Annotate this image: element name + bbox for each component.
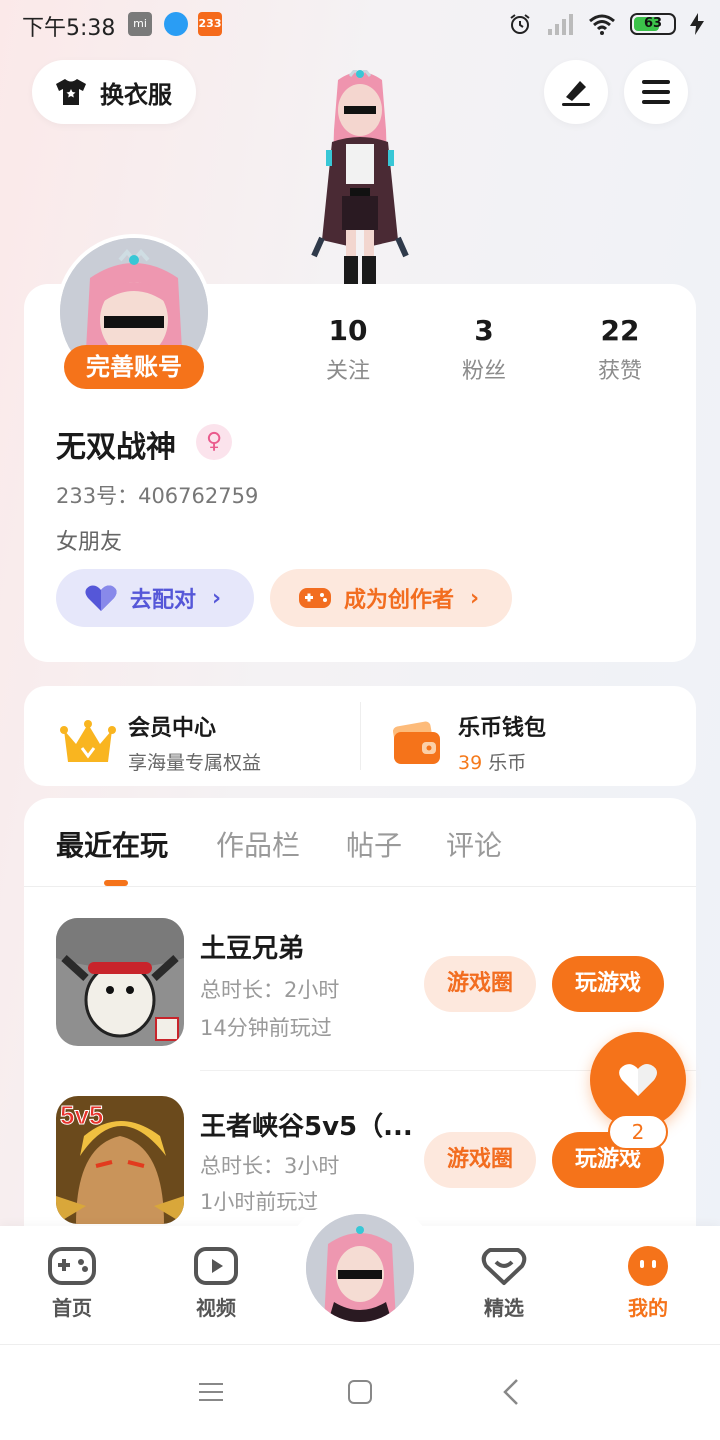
change-outfit-button[interactable]: 换衣服: [32, 60, 196, 124]
chevron-right-icon: ›: [470, 585, 480, 611]
avatar-character-3d[interactable]: [280, 70, 440, 284]
menu-button[interactable]: [624, 60, 688, 124]
wallet-icon: [392, 721, 440, 764]
alarm-icon: [510, 14, 530, 34]
member-center-subtitle: 享海量专属权益: [128, 752, 262, 774]
tab-divider: [24, 886, 696, 887]
nav-label-featured: 精选: [484, 1296, 524, 1320]
gamepad-home-icon: [48, 1247, 96, 1285]
following-label: 关注: [325, 359, 370, 384]
stat-fans[interactable]: 3 粉丝: [424, 314, 544, 385]
user-id: 233号：406762759: [56, 484, 259, 508]
mi-notification-icon: mi: [128, 12, 152, 36]
bird-notification-icon: [164, 12, 188, 36]
complete-account-badge[interactable]: 完善账号: [64, 345, 204, 389]
kings-canyon-image: 5v5: [56, 1096, 184, 1224]
change-outfit-label: 换衣服: [100, 80, 172, 109]
game-thumbnail-potato[interactable]: [56, 918, 184, 1046]
match-label: 去配对: [130, 588, 197, 613]
kings-thumb-label: 5v5: [60, 1100, 103, 1130]
game-thumbnail-kings[interactable]: 5v5: [56, 1096, 184, 1224]
video-icon: [194, 1247, 238, 1285]
recent-apps-icon[interactable]: [198, 1380, 224, 1404]
edit-profile-button[interactable]: [544, 60, 608, 124]
stat-likes[interactable]: 22 获赞: [560, 314, 680, 385]
coin-unit: 乐币: [488, 752, 527, 774]
battery-level: 63: [643, 16, 663, 31]
game-title-1: 土豆兄弟: [200, 934, 305, 964]
become-creator-button[interactable]: 成为创作者 ›: [270, 569, 512, 627]
edit-icon: [562, 81, 590, 106]
back-icon[interactable]: [502, 1378, 520, 1406]
member-center[interactable]: 会员中心 享海量专属权益: [60, 710, 261, 775]
tab-works[interactable]: 作品栏: [216, 824, 300, 864]
status-time: 下午5:38: [22, 16, 116, 41]
tshirt-icon: [56, 79, 86, 105]
fans-label: 粉丝: [461, 359, 506, 384]
game-last-played-1: 14分钟前玩过: [200, 1016, 332, 1040]
nav-item-home[interactable]: 首页: [22, 1246, 122, 1321]
nav-center-avatar[interactable]: [302, 1210, 418, 1326]
play-game-button-1[interactable]: 玩游戏: [552, 956, 664, 1012]
fans-count: 3: [474, 314, 494, 347]
nav-label-video: 视频: [196, 1296, 236, 1320]
heart-match-icon: [85, 585, 117, 611]
stat-following[interactable]: 10 关注: [288, 314, 408, 385]
likes-count: 22: [600, 314, 640, 347]
game-duration-1: 总时长：2小时: [200, 978, 340, 1002]
potato-brothers-image: [56, 918, 184, 1046]
following-count: 10: [328, 314, 368, 347]
likes-label: 获赞: [597, 359, 642, 384]
coin-wallet[interactable]: 乐币钱包 39 乐币: [392, 710, 546, 775]
wifi-icon: [589, 14, 615, 35]
nav-label-home: 首页: [52, 1296, 92, 1320]
game-duration-2: 总时长：3小时: [200, 1154, 340, 1178]
game-circle-button-1[interactable]: 游戏圈: [424, 956, 536, 1012]
wallet-title: 乐币钱包: [458, 716, 547, 741]
app-233-notification-icon: 233: [198, 12, 222, 36]
heart-icon: [619, 1064, 657, 1096]
status-icons: 63: [508, 10, 704, 38]
battery-icon: 63: [630, 13, 676, 35]
game-circle-button-2[interactable]: 游戏圈: [424, 1132, 536, 1188]
floating-count-badge: 2: [608, 1114, 668, 1150]
username: 无双战神: [56, 430, 176, 465]
chevron-right-icon: ›: [212, 585, 222, 611]
nav-item-featured[interactable]: 精选: [454, 1246, 554, 1321]
signal-icon: [548, 14, 573, 35]
featured-heart-icon: [481, 1248, 527, 1285]
game-last-played-2: 1小时前玩过: [200, 1190, 319, 1214]
crown-icon: [60, 719, 116, 762]
tab-recently-played[interactable]: 最近在玩: [56, 824, 168, 864]
nav-item-me[interactable]: 我的: [598, 1246, 698, 1321]
nav-avatar-image: [306, 1214, 414, 1322]
nav-label-me: 我的: [628, 1296, 668, 1320]
tab-comments[interactable]: 评论: [446, 824, 502, 864]
member-center-title: 会员中心: [128, 716, 217, 741]
me-face-icon: [628, 1246, 668, 1286]
become-creator-label: 成为创作者: [344, 588, 455, 613]
bio: 女朋友: [56, 530, 123, 555]
hamburger-menu-icon: [642, 80, 670, 104]
charging-icon: [690, 13, 704, 35]
gamepad-icon: [299, 588, 331, 608]
nav-item-video[interactable]: 视频: [166, 1246, 266, 1321]
game-title-2: 王者峡谷5v5（...: [200, 1112, 413, 1142]
female-gender-icon: ♀: [196, 424, 232, 460]
match-button[interactable]: 去配对 ›: [56, 569, 254, 627]
tab-posts[interactable]: 帖子: [346, 824, 402, 864]
home-system-icon[interactable]: [347, 1379, 373, 1405]
divider: [360, 702, 361, 770]
coin-balance: 39: [458, 752, 483, 774]
